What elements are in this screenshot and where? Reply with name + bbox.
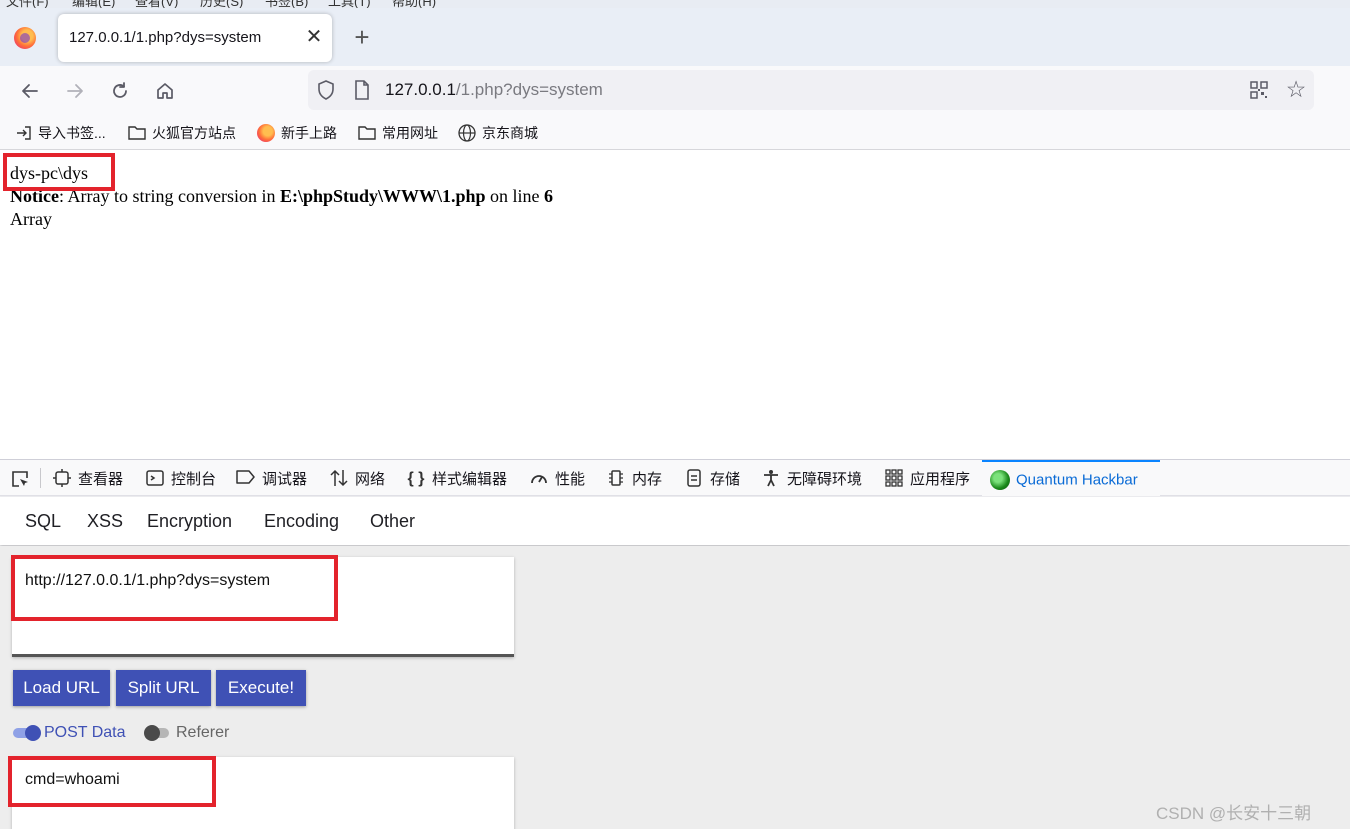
shield-icon[interactable]: [317, 80, 335, 100]
folder-icon: [358, 126, 376, 140]
import-icon: [17, 126, 31, 140]
url-host: 127.0.0.1: [385, 80, 456, 99]
style-editor-icon: { }: [407, 469, 425, 487]
hackbar-icon: [990, 470, 1010, 490]
menu-file[interactable]: 文件(F): [6, 0, 49, 8]
tab-application[interactable]: 应用程序: [884, 468, 970, 490]
accessibility-icon: [761, 469, 781, 489]
arrow-left-icon: [22, 84, 38, 98]
bookmarks-toolbar: 导入书签... 火狐官方站点 新手上路 常用网址 京东商城: [0, 116, 1350, 150]
tab-strip: 127.0.0.1/1.php?dys=system ✕ +: [0, 8, 1350, 66]
performance-icon: [529, 469, 549, 489]
referer-knob: [144, 725, 160, 741]
split-url-button[interactable]: Split URL: [116, 670, 211, 706]
firefox-logo-icon[interactable]: [14, 27, 36, 49]
notice-line: 6: [544, 186, 554, 206]
close-tab-icon[interactable]: ✕: [302, 25, 326, 49]
tab-style-editor[interactable]: { } 样式编辑器: [406, 468, 507, 490]
page-icon[interactable]: [354, 80, 370, 100]
bookmark-star-icon[interactable]: ☆: [1284, 76, 1308, 102]
hackbar-menu-sql[interactable]: SQL: [25, 511, 61, 532]
hackbar-menu-xss[interactable]: XSS: [87, 511, 123, 532]
menu-tools[interactable]: 工具(T): [328, 0, 371, 8]
globe-icon: [458, 124, 476, 142]
tab-quantum-hackbar[interactable]: Quantum Hackbar: [982, 460, 1160, 496]
bookmark-getting-started[interactable]: 新手上路: [257, 123, 337, 143]
browser-window: 文件(F) 编辑(E) 查看(V) 历史(S) 书签(B) 工具(T) 帮助(H…: [0, 0, 1350, 829]
firefox-icon: [257, 124, 275, 142]
post-data-switch: [13, 725, 41, 741]
menu-bookmarks[interactable]: 书签(B): [265, 0, 308, 8]
home-button[interactable]: [150, 76, 180, 106]
reload-button[interactable]: [105, 76, 135, 106]
post-data-label: POST Data: [44, 724, 126, 741]
debugger-icon: [236, 469, 256, 489]
hackbar-menu-encoding[interactable]: Encoding: [264, 511, 339, 532]
highlight-box-post: [8, 756, 216, 807]
highlight-box-url: [11, 555, 338, 621]
tab-memory[interactable]: 内存: [606, 468, 662, 490]
tab-debugger[interactable]: 调试器: [236, 468, 307, 490]
menu-help[interactable]: 帮助(H): [392, 0, 436, 8]
element-picker-icon[interactable]: [10, 469, 30, 489]
tab-quantum-hackbar-content: Quantum Hackbar: [990, 470, 1138, 492]
reload-icon: [113, 82, 127, 98]
toolbar-divider: [40, 468, 41, 488]
tab-network[interactable]: 网络: [329, 468, 385, 490]
inspector-icon: [52, 468, 72, 489]
menu-edit[interactable]: 编辑(E): [72, 0, 115, 8]
url-bar[interactable]: 127.0.0.1/1.php?dys=system ☆: [308, 70, 1314, 110]
page-content: dys-pc\dys Notice: Array to string conve…: [0, 151, 1350, 459]
devtools-toolbar: 查看器 控制台 调试器 网络 { } 样式编辑器 性能 内存 存储 无障碍环境 …: [0, 460, 1350, 496]
arrow-right-icon: [67, 84, 83, 98]
watermark: CSDN @长安十三朝: [1156, 804, 1312, 823]
notice-file: E:\phpStudy\WWW\1.php: [279, 186, 486, 206]
home-icon: [157, 83, 173, 99]
menu-history[interactable]: 历史(S): [200, 0, 243, 8]
hackbar-menu: SQL XSS Encryption Encoding Other: [0, 497, 1350, 545]
memory-icon: [606, 469, 626, 489]
tab-accessibility[interactable]: 无障碍环境: [761, 468, 862, 490]
new-tab-button[interactable]: +: [350, 22, 374, 52]
menu-bar: 文件(F) 编辑(E) 查看(V) 历史(S) 书签(B) 工具(T) 帮助(H…: [0, 0, 1350, 8]
forward-button[interactable]: [60, 76, 90, 106]
url-text[interactable]: 127.0.0.1/1.php?dys=system: [385, 80, 603, 100]
hackbar-menu-encryption[interactable]: Encryption: [147, 511, 232, 532]
referer-switch: [144, 725, 169, 741]
application-icon: [884, 468, 904, 489]
execute-button[interactable]: Execute!: [216, 670, 306, 706]
referer-label: Referer: [176, 724, 230, 741]
folder-icon: [128, 126, 146, 140]
tab-performance[interactable]: 性能: [529, 468, 585, 490]
post-data-knob: [25, 725, 41, 741]
tab-console[interactable]: 控制台: [145, 468, 216, 490]
url-path: /1.php?dys=system: [455, 80, 603, 99]
tab-title: 127.0.0.1/1.php?dys=system: [69, 29, 262, 46]
tab-inspector[interactable]: 查看器: [52, 468, 123, 490]
qr-code-icon[interactable]: [1250, 81, 1268, 99]
network-icon: [329, 469, 349, 489]
navigation-toolbar: 127.0.0.1/1.php?dys=system ☆: [0, 66, 1350, 116]
menu-view[interactable]: 查看(V): [135, 0, 178, 8]
bookmark-common-sites[interactable]: 常用网址: [358, 123, 438, 143]
bookmark-import[interactable]: 导入书签...: [16, 123, 106, 143]
array-output: Array: [10, 209, 52, 229]
load-url-button[interactable]: Load URL: [13, 670, 110, 706]
console-icon: [145, 469, 165, 489]
bookmark-firefox-site[interactable]: 火狐官方站点: [128, 123, 236, 143]
tab-storage[interactable]: 存储: [684, 468, 740, 490]
highlight-box-output: [3, 153, 115, 191]
storage-icon: [684, 468, 704, 489]
tab-active[interactable]: 127.0.0.1/1.php?dys=system ✕: [58, 14, 332, 62]
back-button[interactable]: [15, 76, 45, 106]
bookmark-jd[interactable]: 京东商城: [458, 123, 538, 143]
hackbar-menu-other[interactable]: Other: [370, 511, 415, 532]
